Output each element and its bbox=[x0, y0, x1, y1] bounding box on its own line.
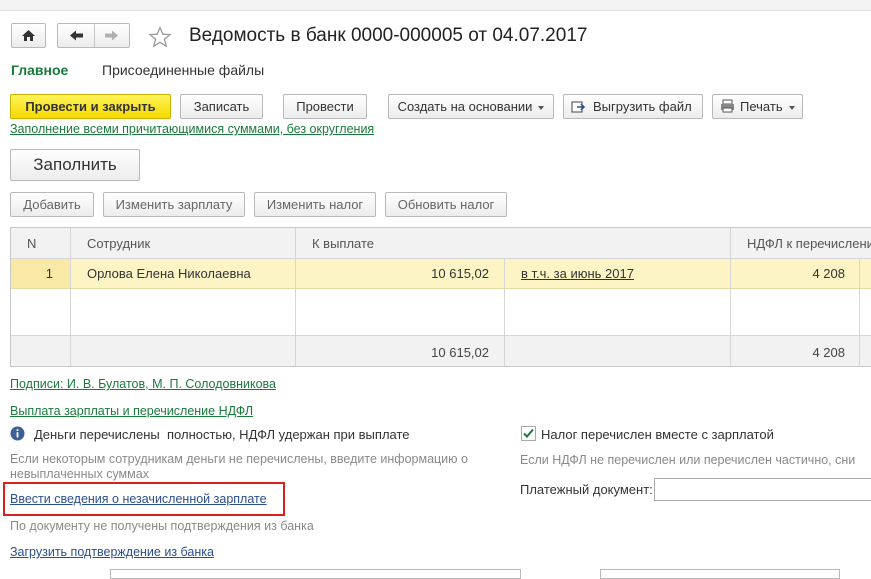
write-button[interactable]: Записать bbox=[180, 94, 263, 119]
unpaid-hint: Если некоторым сотрудникам деньги не пер… bbox=[10, 452, 468, 481]
change-salary-button[interactable]: Изменить зарплату bbox=[103, 192, 245, 217]
employees-table: N Сотрудник К выплате НДФЛ к перечислени… bbox=[10, 227, 871, 367]
cell-incl-june[interactable]: в т.ч. за июнь 2017 bbox=[505, 259, 731, 288]
check-icon bbox=[523, 428, 534, 438]
tab-main[interactable]: Главное bbox=[11, 62, 68, 78]
payment-section-link[interactable]: Выплата зарплаты и перечисление НДФЛ bbox=[10, 404, 253, 418]
home-button[interactable] bbox=[11, 23, 46, 48]
chevron-down-icon bbox=[788, 105, 795, 110]
bottom-field[interactable] bbox=[110, 569, 521, 579]
column-header-n[interactable]: N bbox=[11, 228, 71, 259]
cell-employee: Орлова Елена Николаевна bbox=[87, 266, 251, 281]
export-file-label: Выгрузить файл bbox=[593, 99, 692, 114]
print-label: Печать bbox=[740, 99, 783, 114]
chevron-down-icon bbox=[538, 105, 545, 110]
tax-checkbox[interactable] bbox=[521, 426, 536, 441]
column-divider bbox=[859, 259, 860, 366]
column-divider bbox=[730, 228, 731, 366]
table-footer: 10 615,02 4 208 bbox=[11, 335, 871, 366]
fill-button[interactable]: Заполнить bbox=[10, 149, 140, 181]
star-icon[interactable] bbox=[148, 26, 172, 48]
post-button[interactable]: Провести bbox=[283, 94, 367, 119]
column-divider bbox=[504, 259, 505, 366]
home-icon bbox=[22, 30, 35, 41]
info-icon bbox=[10, 426, 25, 441]
footer-amount: 10 615,02 bbox=[431, 345, 489, 360]
enter-unpaid-salary-link[interactable]: Ввести сведения о незачисленной зарплате bbox=[10, 492, 267, 506]
cell-amount: 10 615,02 bbox=[431, 266, 489, 281]
window-top-strip bbox=[0, 0, 871, 11]
add-button[interactable]: Добавить bbox=[10, 192, 94, 217]
table-row[interactable]: 1 Орлова Елена Николаевна 10 615,02 в т.… bbox=[11, 259, 871, 289]
arrow-left-icon bbox=[70, 30, 83, 41]
fill-mode-link[interactable]: Заполнение всеми причитающимися суммами,… bbox=[10, 123, 374, 136]
signatures-link[interactable]: Подписи: И. В. Булатов, М. П. Солодовник… bbox=[10, 377, 276, 391]
update-tax-button[interactable]: Обновить налог bbox=[385, 192, 507, 217]
forward-button[interactable] bbox=[95, 24, 130, 47]
printer-icon bbox=[721, 99, 734, 113]
payment-status-text: Деньги перечислены полностью, НДФЛ удерж… bbox=[34, 427, 410, 442]
cell-n: 1 bbox=[11, 259, 71, 288]
export-file-button[interactable]: Выгрузить файл bbox=[563, 94, 703, 119]
payment-doc-input[interactable] bbox=[654, 478, 871, 501]
post-and-close-button[interactable]: Провести и закрыть bbox=[10, 94, 171, 119]
column-header-amount[interactable]: К выплате bbox=[296, 228, 731, 259]
tax-checkbox-label[interactable]: Налог перечислен вместе с зарплатой bbox=[541, 427, 774, 442]
page-title: Ведомость в банк 0000-000005 от 04.07.20… bbox=[189, 25, 588, 46]
cell-ndfl: 4 208 bbox=[812, 266, 845, 281]
create-based-on-label: Создать на основании bbox=[397, 99, 533, 114]
tab-attached-files[interactable]: Присоединенные файлы bbox=[102, 62, 264, 78]
column-header-ndfl[interactable]: НДФЛ к перечислению bbox=[731, 228, 871, 259]
footer-ndfl: 4 208 bbox=[812, 345, 845, 360]
no-confirmations-text: По документу не получены подтверждения и… bbox=[10, 519, 314, 533]
back-button[interactable] bbox=[58, 24, 95, 47]
change-tax-button[interactable]: Изменить налог bbox=[254, 192, 376, 217]
column-divider bbox=[70, 228, 71, 366]
column-divider bbox=[295, 228, 296, 366]
arrow-right-icon bbox=[105, 30, 118, 41]
create-based-on-button[interactable]: Создать на основании bbox=[388, 94, 554, 119]
export-icon bbox=[571, 101, 586, 113]
print-button[interactable]: Печать bbox=[712, 94, 803, 119]
load-confirmation-link[interactable]: Загрузить подтверждение из банка bbox=[10, 545, 214, 559]
bottom-field-right[interactable] bbox=[600, 569, 840, 579]
history-nav bbox=[57, 23, 130, 48]
payment-doc-label: Платежный документ: bbox=[520, 482, 653, 497]
column-header-employee[interactable]: Сотрудник bbox=[71, 228, 296, 259]
tax-hint: Если НДФЛ не перечислен или перечислен ч… bbox=[520, 453, 856, 467]
